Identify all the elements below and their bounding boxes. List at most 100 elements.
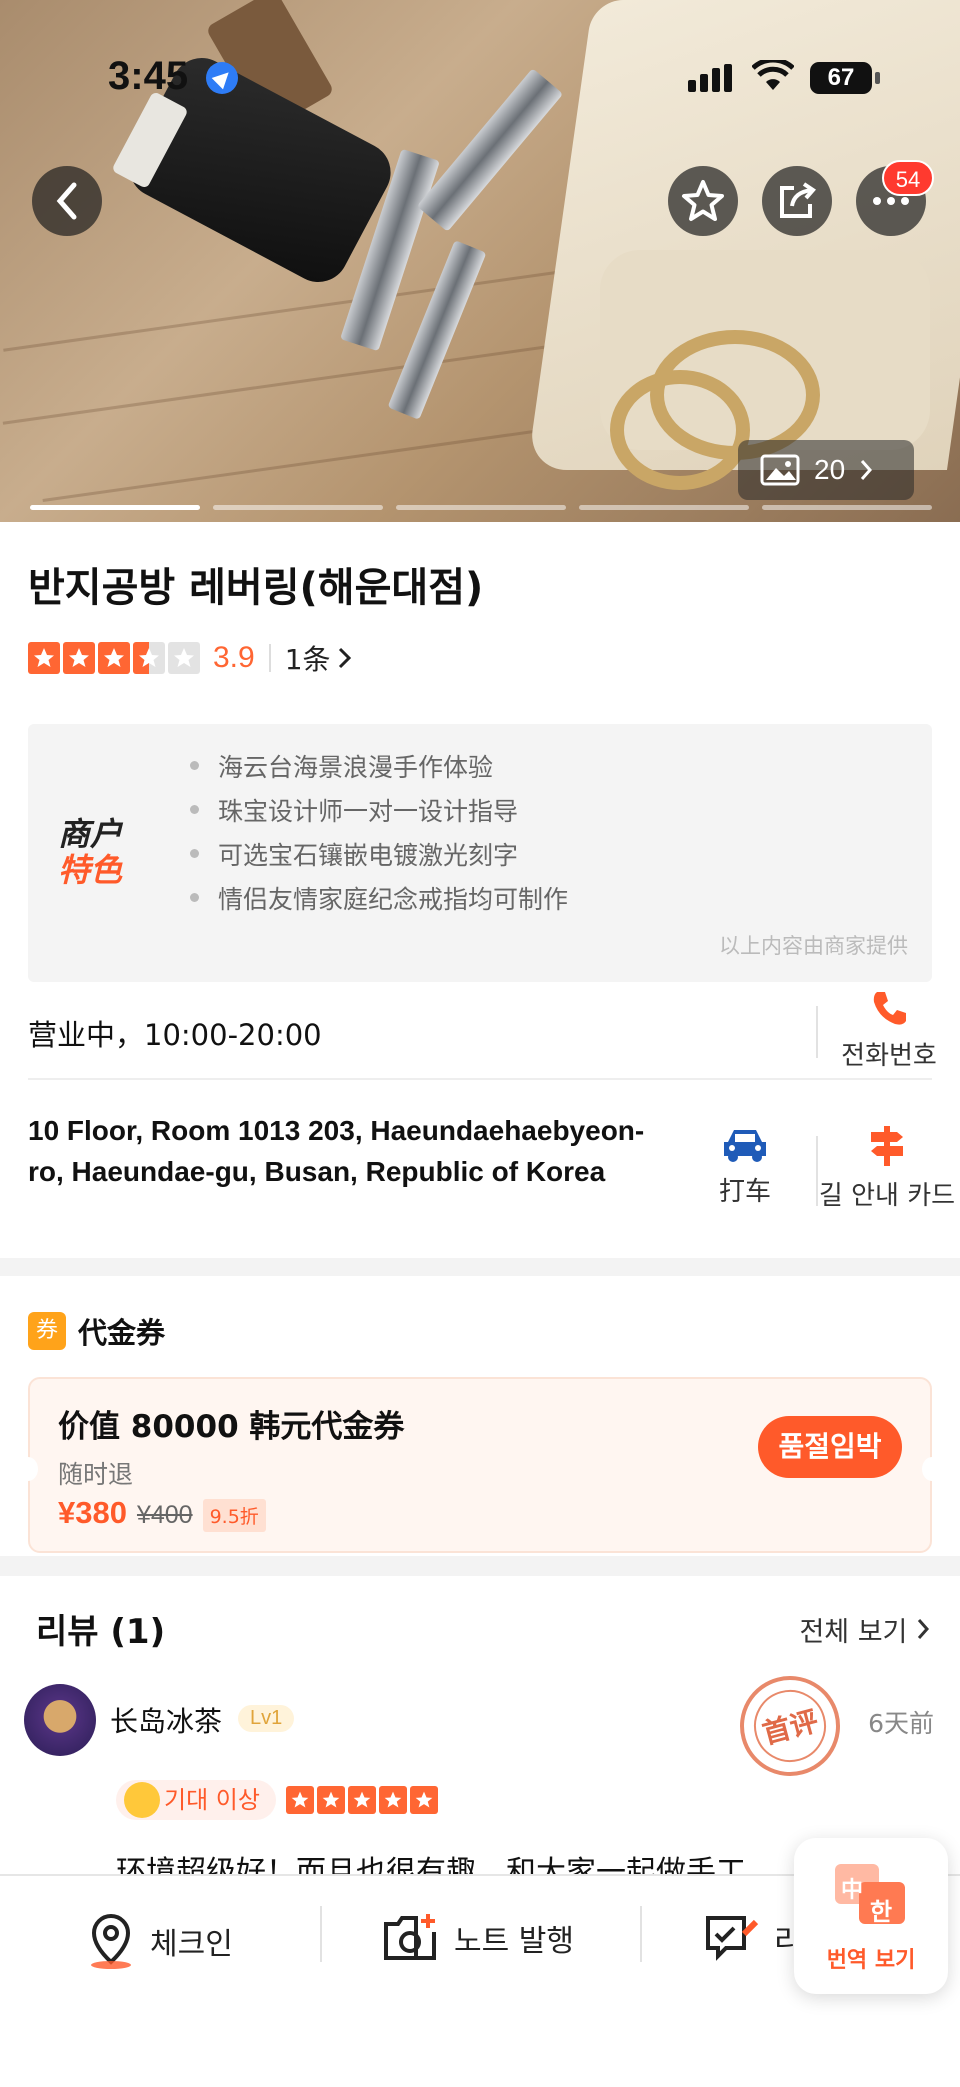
star-icon — [379, 1786, 407, 1814]
view-all-reviews-link[interactable]: 전체 보기 — [799, 1610, 930, 1649]
divider — [268, 644, 271, 672]
feature-item: 可选宝石镶嵌电镀激光刻字 — [190, 836, 568, 880]
translate-label: 번역 보기 — [826, 1948, 916, 1973]
first-review-stamp: 首评 — [728, 1664, 852, 1788]
battery-indicator: 67 — [810, 62, 880, 94]
photo-count: 20 — [814, 454, 846, 485]
status-time: 3:45 — [108, 54, 189, 98]
checkin-label: 체크인 — [150, 1927, 233, 1962]
write-review-button[interactable]: 리 — [704, 1912, 802, 1964]
voucher-discount: 9.5折 — [202, 1499, 266, 1532]
feature-item: 珠宝设计师一对一设计指导 — [190, 792, 568, 836]
review-rating — [286, 1786, 441, 1814]
image-icon — [760, 454, 800, 486]
section-divider — [0, 1556, 960, 1576]
phone-button[interactable]: 전화번호 — [834, 988, 944, 1072]
almost-sold-out-button[interactable]: 품절임박 — [758, 1416, 902, 1478]
car-icon — [724, 1130, 766, 1162]
photo-count-button[interactable]: 20 — [738, 440, 914, 500]
wood-grain — [42, 421, 598, 502]
feature-list: 海云台海景浪漫手作体验 珠宝设计师一对一设计指导 可选宝石镶嵌电镀激光刻字 情侣… — [190, 748, 568, 924]
logo-line-1: 商户 — [58, 815, 123, 853]
checkin-button[interactable]: 체크인 — [86, 1912, 233, 1970]
share-icon — [780, 182, 817, 218]
feature-item: 情侣友情家庭纪念戒指均可制作 — [190, 880, 568, 924]
ellipsis-icon — [873, 197, 909, 205]
address[interactable]: 10 Floor, Room 1013 203, Haeundaehaebyeo… — [28, 1110, 668, 1192]
location-icon — [206, 62, 238, 94]
section-divider — [0, 1258, 960, 1276]
card-notch — [922, 1457, 942, 1481]
divider — [640, 1906, 642, 1962]
merchant-provided-note: 以上内容由商家提供 — [719, 934, 908, 958]
review-text[interactable]: 环境超级好！而且也很有趣，和大家一起做手工 — [116, 1848, 816, 1874]
pager-dot — [579, 505, 749, 510]
direction-label: 길 안내 카드 — [818, 1181, 956, 1211]
favorite-button[interactable] — [668, 166, 738, 236]
star-icon — [317, 1786, 345, 1814]
user-level-badge: Lv1 — [238, 1705, 295, 1732]
star-icon — [98, 642, 130, 674]
notification-badge: 54 — [882, 160, 934, 196]
wood-grain — [2, 338, 598, 425]
rating-score: 3.9 — [213, 641, 255, 674]
chevron-right-icon — [338, 647, 351, 669]
voucher-title: 价值 80000 韩元代金券 — [58, 1409, 405, 1445]
status-bar: 3:45 67 — [0, 0, 960, 150]
merchant-features-logo: 商户 特色 — [58, 816, 122, 888]
translate-ko-glyph: 한 — [870, 1898, 893, 1926]
back-button[interactable] — [32, 166, 102, 236]
chevron-left-icon — [56, 182, 77, 220]
direction-card-button[interactable]: 길 안내 카드 — [814, 1124, 960, 1212]
pager-dot — [213, 505, 383, 510]
taxi-label: 打车 — [718, 1177, 771, 1207]
reviewer-name[interactable]: 长岛冰茶 — [110, 1700, 222, 1740]
empty-star-icon — [168, 642, 200, 674]
voucher-card[interactable]: 价值 80000 韩元代金券 随时退 ¥380 ¥400 9.5折 품절임박 — [18, 1377, 942, 1553]
edit-review-icon — [706, 1916, 759, 1961]
post-note-button[interactable]: 노트 발행 — [382, 1912, 574, 1964]
expectation-tag: 기대 이상 — [116, 1780, 276, 1820]
divider — [816, 1006, 818, 1058]
surprised-emoji-icon — [124, 1782, 160, 1818]
translate-zh-glyph: 中 — [841, 1878, 864, 1903]
star-icon — [348, 1786, 376, 1814]
star-icon — [28, 642, 60, 674]
phone-icon — [873, 992, 906, 1025]
voucher-icon: 券 — [28, 1312, 66, 1350]
share-button[interactable] — [762, 166, 832, 236]
merchant-features-panel: 商户 特色 海云台海景浪漫手作体验 珠宝设计师一对一设计指导 可选宝石镶嵌电镀激… — [28, 724, 932, 982]
post-note-label: 노트 발행 — [454, 1924, 574, 1959]
voucher-section-title: 代金券 — [78, 1316, 166, 1350]
chevron-right-icon — [917, 1619, 930, 1639]
rating-row[interactable]: 3.9 1条 — [28, 638, 353, 678]
voucher-price: ¥380 — [58, 1495, 127, 1530]
voucher-section-header: 券 代金券 — [28, 1310, 165, 1352]
card-notch — [18, 1457, 38, 1481]
pager-dot — [396, 505, 566, 510]
view-all-label: 전체 보기 — [799, 1617, 908, 1648]
phone-label: 전화번호 — [841, 1041, 937, 1071]
logo-line-2: 特色 — [58, 851, 123, 889]
translate-button[interactable]: 中 한 번역 보기 — [794, 1838, 948, 1994]
divider — [28, 1078, 932, 1080]
feature-item: 海云台海景浪漫手作体验 — [190, 748, 568, 792]
review-time: 6天前 — [868, 1709, 934, 1738]
voucher-original-price: ¥400 — [136, 1501, 193, 1529]
pager-dot-active — [30, 505, 200, 510]
avatar[interactable] — [24, 1684, 96, 1756]
star-icon — [410, 1786, 438, 1814]
review-count-link[interactable]: 1条 — [285, 638, 331, 678]
wifi-icon — [751, 57, 795, 96]
pager-dot — [762, 505, 932, 510]
shop-name: 반지공방 레버링(해운대점) — [28, 565, 484, 611]
star-icon — [286, 1786, 314, 1814]
expectation-label: 기대 이상 — [164, 1786, 260, 1814]
business-hours: 营业中，10:00-20:00 — [28, 1018, 322, 1052]
taxi-button[interactable]: 打车 — [700, 1126, 790, 1208]
half-star-icon — [133, 642, 165, 674]
stamp-ring — [745, 1681, 835, 1771]
divider — [320, 1906, 322, 1962]
voucher-price-row: ¥380 ¥400 9.5折 — [58, 1495, 266, 1532]
hero-photo[interactable]: 3:45 67 54 20 — [0, 0, 960, 522]
